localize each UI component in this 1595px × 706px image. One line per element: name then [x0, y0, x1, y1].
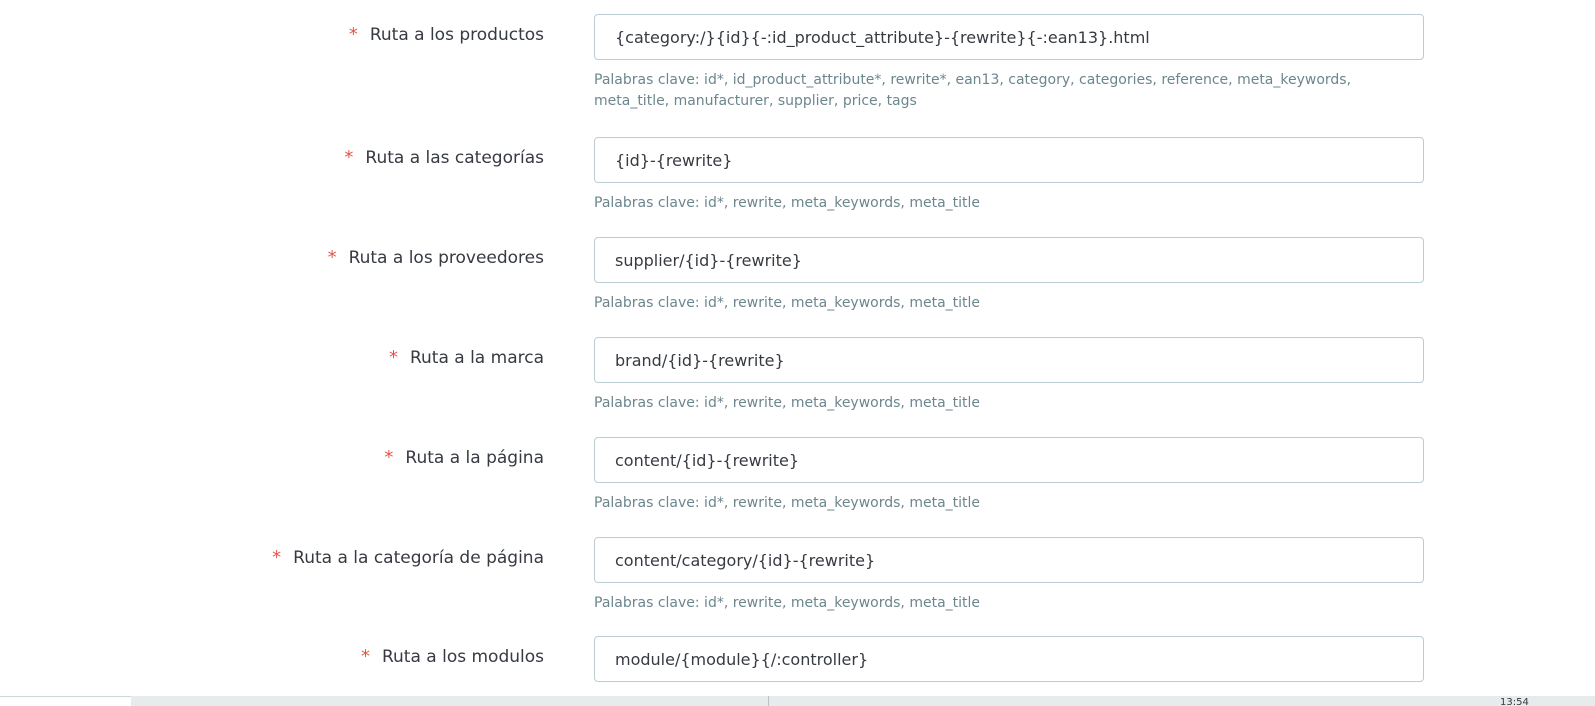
required-mark: *	[344, 147, 354, 168]
route-label-text: Ruta a los productos	[369, 25, 544, 45]
required-mark: *	[327, 247, 337, 268]
route-help-page-category: Palabras clave: id*, rewrite, meta_keywo…	[594, 595, 981, 611]
route-label-text: Ruta a los modulos	[381, 647, 544, 667]
route-help-brand: Palabras clave: id*, rewrite, meta_keywo…	[594, 395, 981, 411]
route-input-brand[interactable]	[594, 337, 1424, 383]
route-input-categories[interactable]	[594, 137, 1424, 183]
taskbar-clock: 13:54	[1500, 697, 1529, 706]
route-input-products[interactable]	[594, 14, 1424, 60]
required-mark: *	[388, 347, 398, 368]
required-mark: *	[384, 447, 394, 468]
taskbar-start-area[interactable]	[0, 696, 131, 706]
route-label-text: Ruta a la marca	[409, 348, 544, 368]
route-label-suppliers: * Ruta a los proveedores	[328, 247, 544, 268]
route-input-page-category[interactable]	[594, 537, 1424, 583]
route-input-suppliers[interactable]	[594, 237, 1424, 283]
seo-routes-form: * Ruta a los productos Palabras clave: id…	[0, 0, 1595, 706]
required-mark: *	[272, 547, 282, 568]
route-label-text: Ruta a los proveedores	[348, 248, 544, 268]
route-label-text: Ruta a las categorías	[365, 148, 544, 168]
route-label-categories: * Ruta a las categorías	[344, 147, 544, 168]
route-label-text: Ruta a la categoría de página	[293, 548, 544, 568]
route-label-page-category: * Ruta a la categoría de página	[272, 547, 544, 568]
route-label-brand: * Ruta a la marca	[389, 347, 544, 368]
route-help-page: Palabras clave: id*, rewrite, meta_keywo…	[594, 495, 981, 511]
route-help-categories: Palabras clave: id*, rewrite, meta_keywo…	[594, 195, 981, 211]
route-label-text: Ruta a la página	[405, 448, 544, 468]
route-label-page: * Ruta a la página	[384, 447, 544, 468]
route-input-modules[interactable]	[594, 636, 1424, 682]
route-label-modules: * Ruta a los modulos	[361, 646, 544, 667]
route-input-page[interactable]	[594, 437, 1424, 483]
required-mark: *	[348, 24, 358, 45]
route-help-products: Palabras clave: id*, id_product_attribut…	[594, 72, 1352, 109]
route-label-products: * Ruta a los productos	[349, 24, 544, 45]
taskbar	[0, 696, 1595, 706]
route-help-suppliers: Palabras clave: id*, rewrite, meta_keywo…	[594, 295, 981, 311]
taskbar-divider	[768, 696, 769, 706]
required-mark: *	[360, 646, 370, 667]
